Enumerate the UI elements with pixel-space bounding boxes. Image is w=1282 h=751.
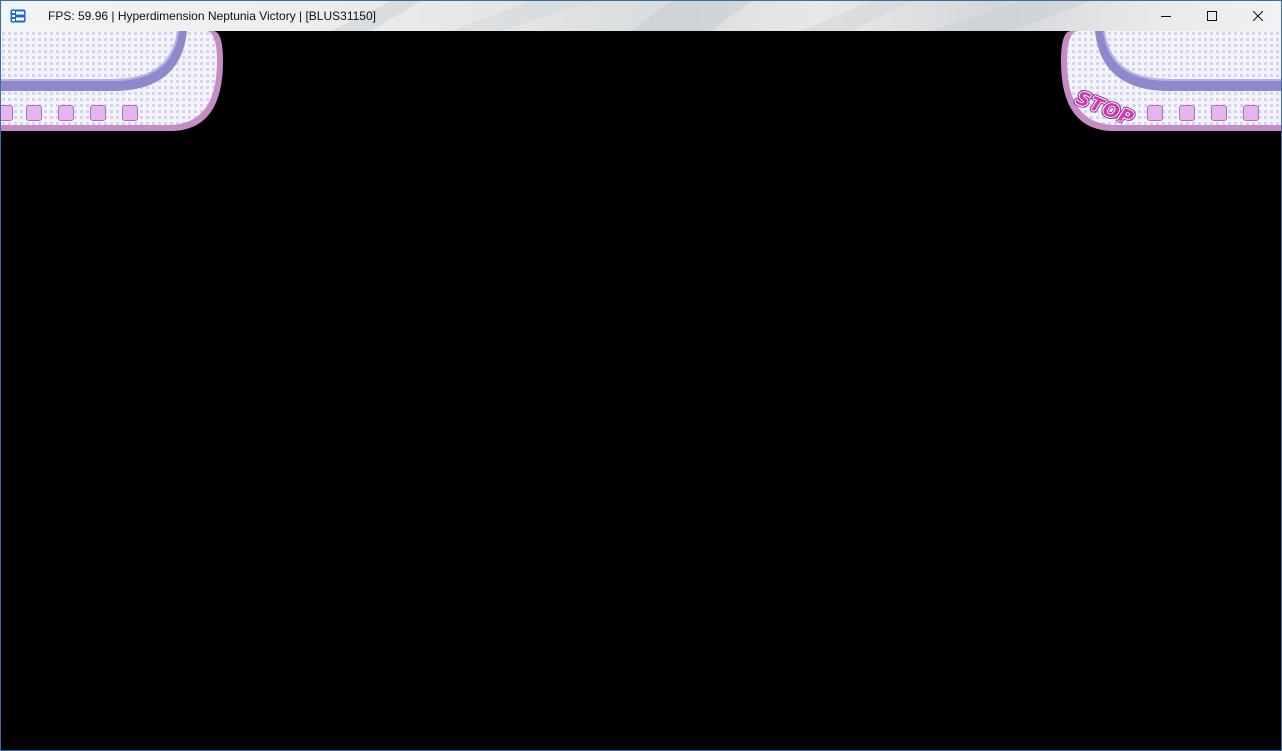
maximize-icon bbox=[1207, 11, 1217, 21]
window-title: FPS: 59.96 | Hyperdimension Neptunia Vic… bbox=[48, 9, 376, 23]
title-bar[interactable]: FPS: 59.96 | Hyperdimension Neptunia Vic… bbox=[1, 1, 1281, 31]
maximize-button[interactable] bbox=[1189, 1, 1235, 31]
hud-indicator bbox=[26, 105, 42, 121]
hud-indicator bbox=[58, 105, 74, 121]
close-icon bbox=[1253, 11, 1263, 21]
minimize-button[interactable] bbox=[1143, 1, 1189, 31]
hud-indicator bbox=[1211, 105, 1227, 121]
emulator-window: FPS: 59.96 | Hyperdimension Neptunia Vic… bbox=[0, 0, 1282, 751]
hud-indicator bbox=[1147, 105, 1163, 121]
game-viewport[interactable]: STOP bbox=[1, 31, 1281, 750]
titlebar-texture bbox=[331, 1, 1091, 31]
hud-indicator bbox=[1243, 105, 1259, 121]
hud-indicator bbox=[122, 105, 138, 121]
hud-indicator bbox=[1179, 105, 1195, 121]
minimize-icon bbox=[1161, 16, 1171, 17]
hud-indicator bbox=[1, 105, 13, 121]
close-button[interactable] bbox=[1235, 1, 1281, 31]
app-icon bbox=[10, 8, 26, 24]
window-controls bbox=[1143, 1, 1281, 31]
hud-indicator bbox=[90, 105, 106, 121]
